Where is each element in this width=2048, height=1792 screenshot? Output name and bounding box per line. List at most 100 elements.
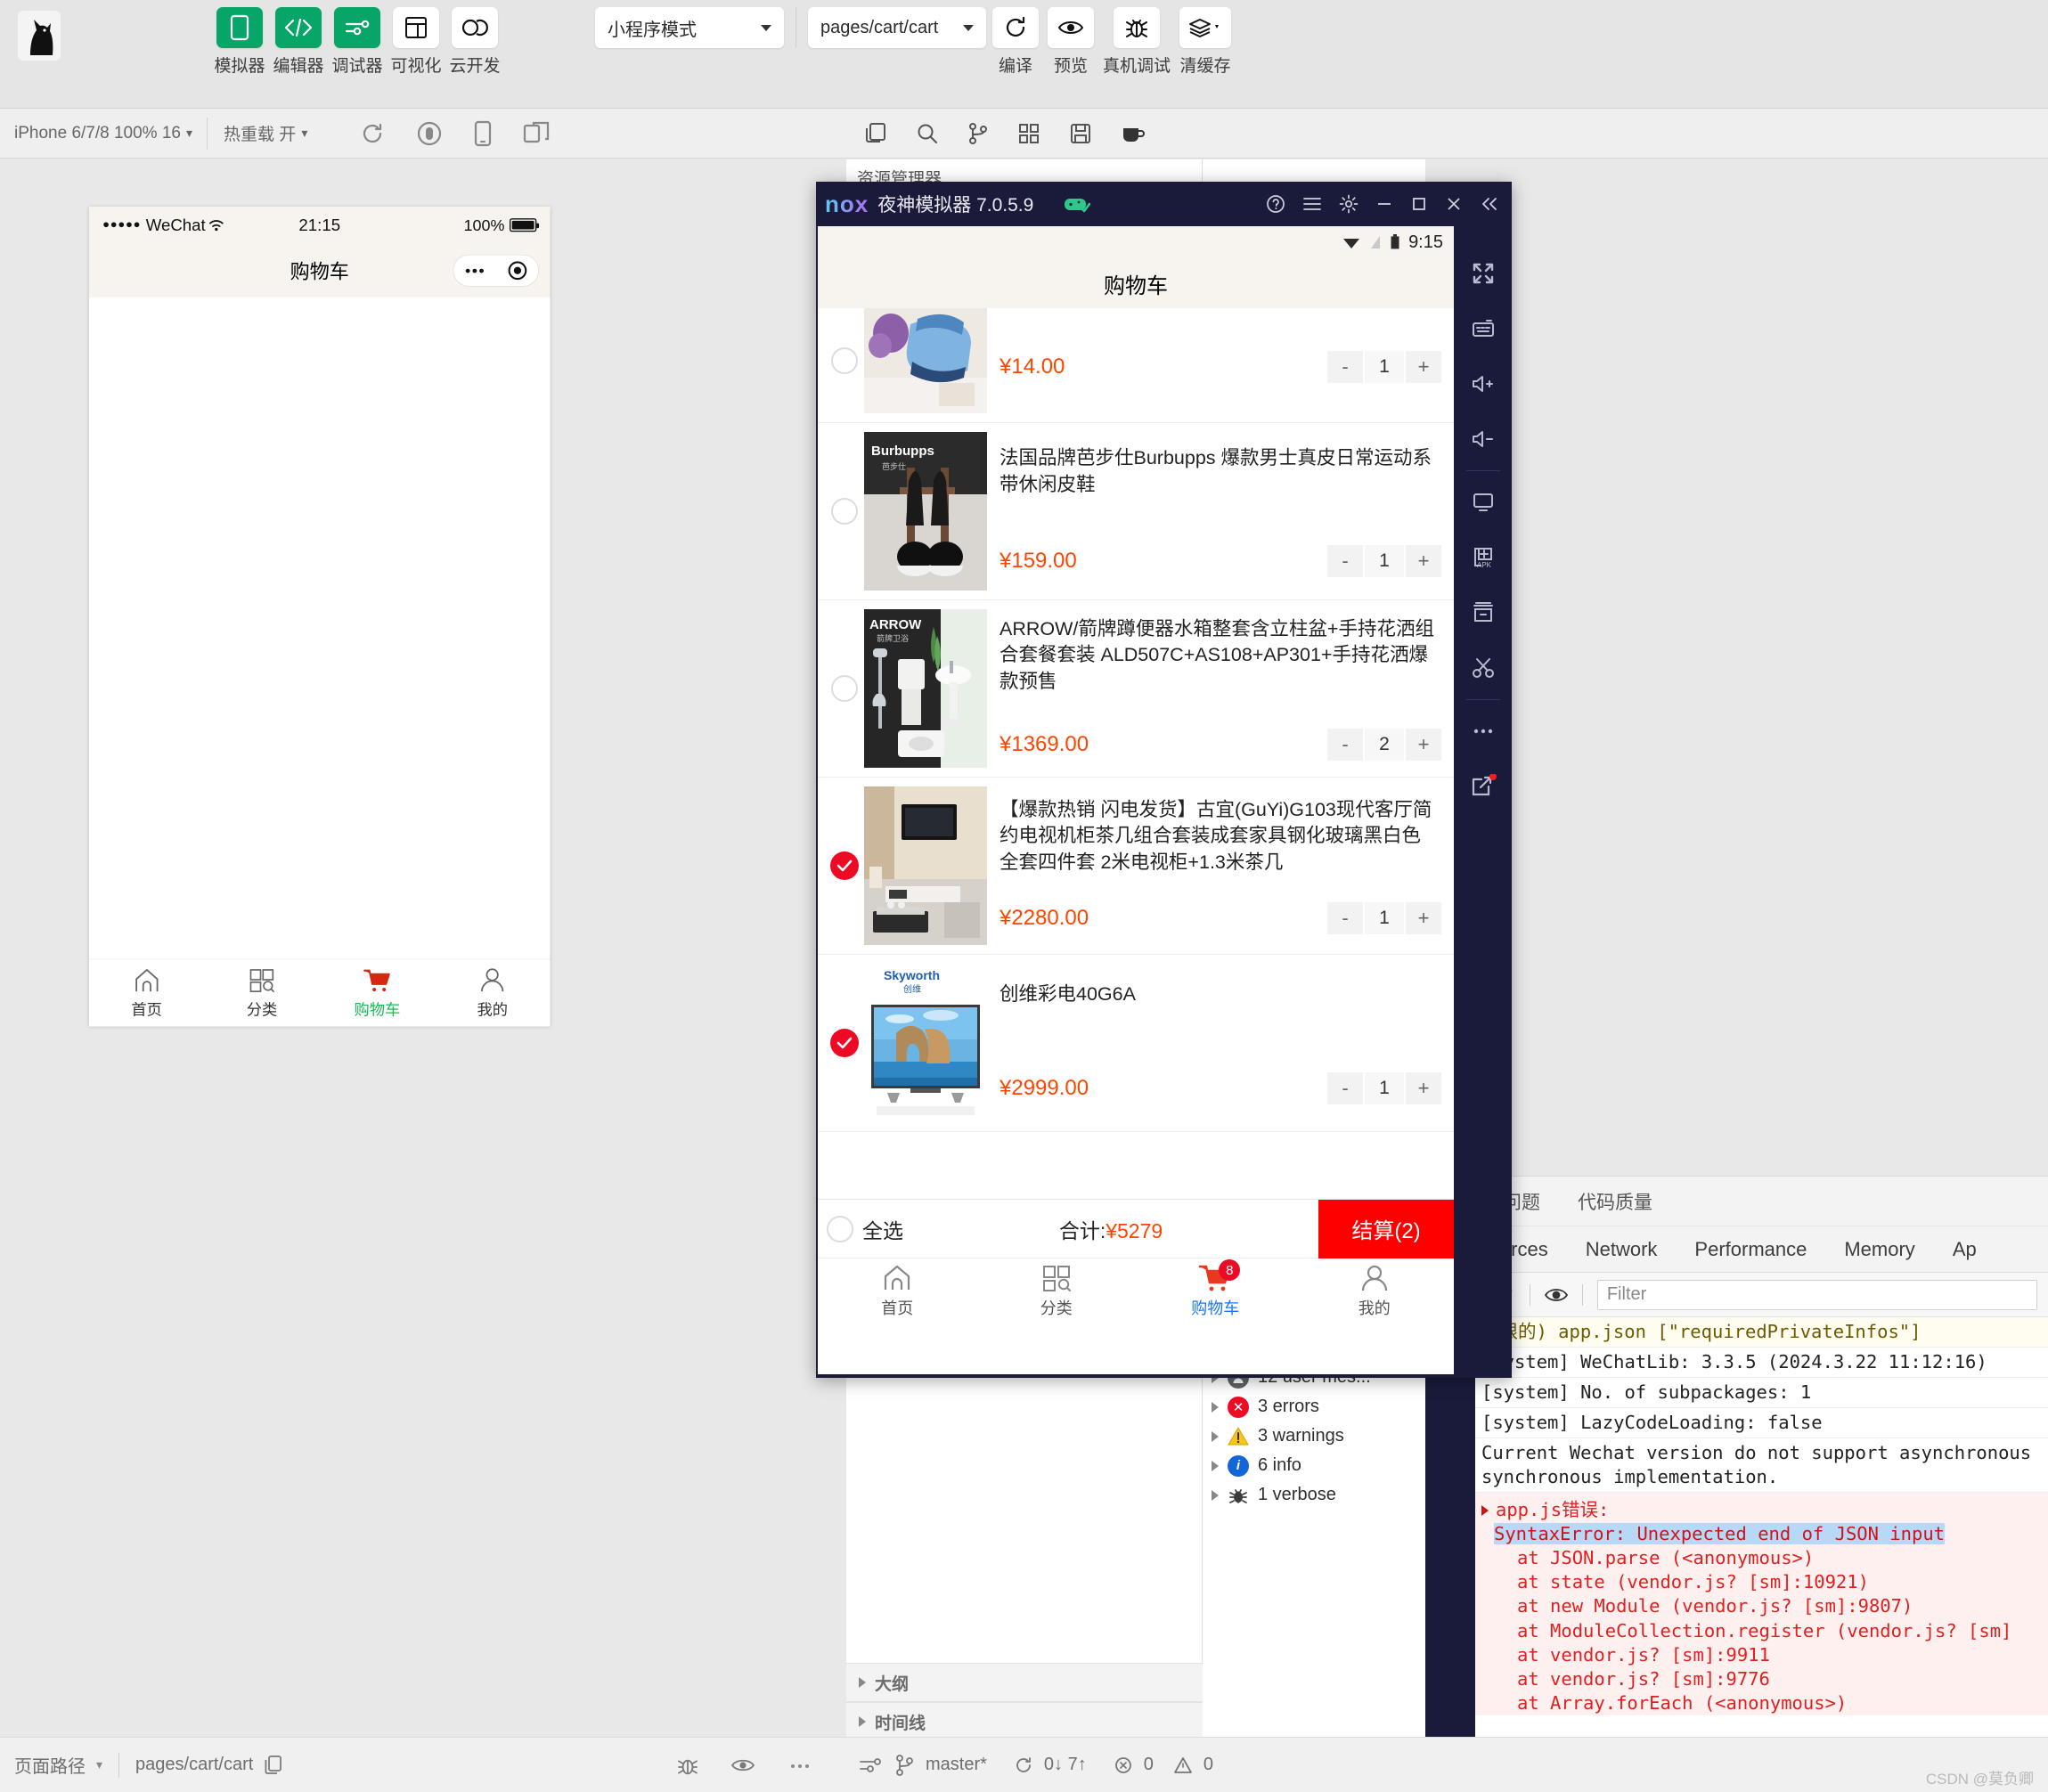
warning-triangle-icon[interactable] [1173, 1756, 1193, 1774]
cart-item[interactable]: Skyworth 创维 创维彩电40G6A ¥2999.00 - 1 + [818, 955, 1454, 1132]
item-thumbnail[interactable]: ARROW 箭牌卫浴 [864, 609, 987, 768]
error-stack-line[interactable]: at ModuleCollection.register (vendor.js?… [1481, 1619, 2048, 1643]
tab-mine[interactable]: 我的 [435, 966, 550, 1019]
record-icon[interactable] [416, 120, 443, 147]
item-thumbnail[interactable]: Skyworth 创维 [864, 964, 987, 1122]
tab-mine[interactable]: 我的 [1295, 1263, 1455, 1319]
tab-category[interactable]: 分类 [977, 1263, 1137, 1319]
eye-icon[interactable] [730, 1756, 755, 1774]
outline-section[interactable]: 大纲 [846, 1663, 1203, 1702]
tab-application[interactable]: Ap [1953, 1238, 1977, 1261]
mode-select[interactable]: 小程序模式 [595, 7, 784, 48]
more-icon[interactable] [1471, 704, 1496, 759]
quantity-value[interactable]: 2 [1365, 729, 1404, 762]
external-link-icon[interactable] [1470, 759, 1497, 814]
more-icon[interactable]: ••• [465, 261, 485, 280]
tab-cart[interactable]: 购物车 [320, 966, 435, 1019]
increment-button[interactable]: + [1406, 351, 1441, 383]
error-stack-line[interactable]: at new Module (vendor.js? [sm]:9807) [1481, 1594, 2048, 1618]
scissors-icon[interactable] [1471, 640, 1496, 696]
volume-up-icon[interactable] [1471, 356, 1496, 411]
collapse-icon[interactable] [1480, 195, 1499, 213]
tool-editor[interactable]: 编辑器 [273, 7, 324, 77]
item-thumbnail[interactable] [864, 786, 987, 945]
chevron-down-icon[interactable]: ▾ [96, 1757, 102, 1772]
search-icon[interactable] [916, 122, 939, 145]
copy-icon[interactable] [264, 1755, 283, 1776]
tab-code-quality[interactable]: 代码质量 [1578, 1188, 1652, 1215]
item-checkbox[interactable] [825, 347, 864, 374]
minimize-icon[interactable] [1375, 195, 1393, 213]
error-stack-line[interactable]: at vendor.js? [sm]:9911 [1481, 1643, 2048, 1667]
gear-icon[interactable] [1339, 194, 1359, 214]
close-circle-icon[interactable] [508, 261, 527, 281]
error-stack-line[interactable]: at vendor.js? [sm]:9776 [1481, 1667, 2048, 1691]
error-circle-icon[interactable] [1114, 1755, 1133, 1775]
increment-button[interactable]: + [1406, 729, 1441, 762]
tab-category[interactable]: 分类 [204, 966, 319, 1019]
cart-item[interactable]: ¥14.00 - 1 + [818, 308, 1454, 423]
cart-item[interactable]: Burbupps 芭步仕 法国品牌芭步仕Burbupps 爆款男士真皮日常运动系… [818, 423, 1454, 600]
gamepad-icon[interactable] [1064, 194, 1091, 214]
keyboard-icon[interactable] [1471, 301, 1496, 356]
avatar[interactable] [18, 11, 61, 61]
item-checkbox[interactable] [825, 498, 864, 525]
error-stack-line[interactable]: at state (vendor.js? [sm]:10921) [1481, 1570, 2048, 1594]
preview-button[interactable]: 预览 [1048, 7, 1094, 77]
volume-down-icon[interactable] [1471, 411, 1496, 467]
timeline-section[interactable]: 时间线 [846, 1702, 1203, 1741]
increment-button[interactable]: + [1406, 544, 1441, 577]
checkout-button[interactable]: 结算(2) [1318, 1199, 1454, 1258]
tab-performance[interactable]: Performance [1694, 1238, 1807, 1261]
save-icon[interactable] [1069, 122, 1092, 145]
item-checkbox[interactable] [825, 675, 864, 702]
bug-icon[interactable] [677, 1754, 698, 1777]
decrement-button[interactable]: - [1327, 729, 1363, 762]
sliders-icon[interactable] [859, 1755, 882, 1776]
quantity-value[interactable]: 1 [1365, 544, 1404, 577]
capsule-buttons[interactable]: ••• [453, 254, 540, 287]
split-icon[interactable] [523, 121, 550, 146]
item-checkbox[interactable] [825, 851, 864, 880]
select-all-checkbox[interactable]: 全选 [818, 1214, 903, 1244]
tool-simulator[interactable]: 模拟器 [215, 7, 265, 77]
filter-input[interactable]: Filter [1596, 1279, 2037, 1310]
quantity-value[interactable]: 1 [1365, 351, 1404, 383]
list-item[interactable]: 1 verbose [1212, 1480, 1425, 1510]
coffee-icon[interactable] [1121, 123, 1146, 144]
close-icon[interactable] [1445, 195, 1463, 213]
chevron-right-icon[interactable] [1481, 1504, 1489, 1516]
menu-icon[interactable] [1302, 196, 1322, 212]
quantity-value[interactable]: 1 [1365, 1071, 1404, 1104]
help-icon[interactable] [1266, 194, 1285, 214]
plugin-icon[interactable] [1017, 122, 1040, 145]
clear-cache-button[interactable]: 清缓存 [1179, 7, 1232, 77]
cart-item[interactable]: 【爆款热销 闪电发货】古宜(GuYi)G103现代客厅简约电视机柜茶几组合套装成… [818, 778, 1454, 955]
item-checkbox[interactable] [825, 1029, 864, 1057]
copy-icon[interactable] [864, 122, 887, 145]
increment-button[interactable]: + [1406, 1071, 1441, 1104]
hot-reload-select[interactable]: 热重载 开 ▾ [208, 121, 323, 145]
list-item[interactable]: 3 warnings [1212, 1421, 1425, 1451]
fullscreen-icon[interactable] [1472, 246, 1495, 301]
tab-memory[interactable]: Memory [1844, 1238, 1914, 1261]
tab-home[interactable]: 首页 [89, 966, 204, 1019]
list-item[interactable]: ✕ 3 errors [1212, 1392, 1425, 1421]
phone-icon[interactable] [473, 120, 493, 147]
real-device-debug-button[interactable]: 真机调试 [1103, 7, 1171, 77]
git-branch-icon[interactable] [895, 1754, 915, 1777]
archive-icon[interactable] [1471, 585, 1496, 640]
rotate-icon[interactable] [359, 120, 386, 147]
maximize-icon[interactable] [1410, 195, 1428, 213]
eye-icon[interactable] [1544, 1286, 1568, 1304]
decrement-button[interactable]: - [1327, 1071, 1363, 1104]
tab-network[interactable]: Network [1586, 1238, 1658, 1261]
list-item[interactable]: i 6 info [1212, 1451, 1425, 1480]
screen-icon[interactable] [1471, 475, 1496, 530]
item-thumbnail[interactable] [864, 308, 987, 413]
item-thumbnail[interactable]: Burbupps 芭步仕 [864, 432, 987, 591]
compile-button[interactable]: 编译 [992, 7, 1039, 77]
decrement-button[interactable]: - [1327, 544, 1363, 577]
decrement-button[interactable]: - [1327, 902, 1363, 935]
page-path-select[interactable]: 页面路径 [14, 1752, 86, 1778]
